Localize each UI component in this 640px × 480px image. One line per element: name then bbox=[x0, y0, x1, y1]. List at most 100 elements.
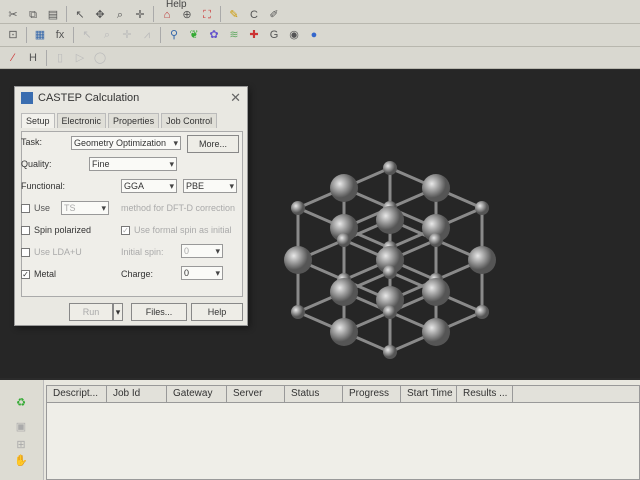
column-header[interactable]: Status bbox=[285, 386, 343, 402]
functional-sub-select[interactable]: PBE bbox=[183, 179, 237, 193]
arrow-icon[interactable]: ↖ bbox=[80, 28, 94, 42]
hydrogen-icon[interactable]: H bbox=[26, 51, 40, 65]
column-header[interactable]: Server bbox=[227, 386, 285, 402]
copy-icon[interactable]: ⧉ bbox=[26, 8, 40, 22]
spin-polarized-checkbox[interactable] bbox=[21, 225, 30, 235]
help-menu[interactable]: Help bbox=[166, 0, 187, 10]
run-button[interactable]: Run bbox=[69, 303, 113, 321]
dialog-title: CASTEP Calculation bbox=[38, 92, 140, 104]
bond-icon[interactable]: C bbox=[247, 8, 261, 22]
atom bbox=[422, 174, 450, 202]
toolbar-row-1: ✂ ⧉ ▤ ↖ ✥ ⌕ ✛ ⌂ ⊕ ⛶ ✎ C ✐ bbox=[0, 0, 640, 24]
atom bbox=[330, 174, 358, 202]
jobs-table: Descript... Job Id Gateway Server Status… bbox=[46, 385, 640, 480]
help-button[interactable]: Help bbox=[191, 303, 243, 321]
sphere-icon[interactable]: ● bbox=[307, 28, 321, 42]
column-header[interactable]: Job Id bbox=[107, 386, 167, 402]
home-icon[interactable]: ⌂ bbox=[160, 8, 174, 22]
task-label: Task: bbox=[21, 137, 43, 147]
close-icon[interactable]: ✕ bbox=[230, 90, 241, 106]
column-header[interactable]: Gateway bbox=[167, 386, 227, 402]
column-header[interactable]: Descript... bbox=[47, 386, 107, 402]
atom bbox=[383, 161, 397, 175]
select-arrow-icon[interactable]: ↖ bbox=[73, 8, 87, 22]
use-label: Use bbox=[34, 203, 51, 213]
download-icon[interactable]: ⊞ bbox=[14, 438, 28, 452]
fit-icon[interactable]: ⛶ bbox=[200, 8, 214, 22]
dmol-icon[interactable]: ❦ bbox=[187, 28, 201, 42]
atom bbox=[383, 265, 397, 279]
cut-icon[interactable]: ✂ bbox=[6, 8, 20, 22]
hand-icon[interactable]: ✋ bbox=[14, 454, 28, 468]
center-icon[interactable]: ⊕ bbox=[180, 8, 194, 22]
castep-dialog: CASTEP Calculation ✕ Setup Electronic Pr… bbox=[14, 86, 248, 326]
charge-label: Charge: bbox=[121, 269, 154, 279]
rotate-icon[interactable]: ✥ bbox=[93, 8, 107, 22]
use-dftd-checkbox[interactable] bbox=[21, 203, 30, 213]
dftd-select[interactable]: TS bbox=[61, 201, 109, 215]
zoom-icon[interactable]: ⌕ bbox=[100, 28, 114, 42]
module-icon[interactable]: ✚ bbox=[247, 28, 261, 42]
wave-icon[interactable]: ≋ bbox=[227, 28, 241, 42]
charge-input[interactable]: 0 bbox=[181, 266, 223, 280]
column-header[interactable]: Results ... bbox=[457, 386, 513, 402]
column-header[interactable]: Start Time bbox=[401, 386, 457, 402]
lda-u-checkbox[interactable] bbox=[21, 247, 30, 257]
atom-bond-icon[interactable]: ⁄ bbox=[6, 51, 20, 65]
tab-properties[interactable]: Properties bbox=[108, 113, 160, 128]
job-explorer: ♻ ▣ ⊞ ✋ Descript... Job Id Gateway Serve… bbox=[0, 380, 640, 480]
toolbar-row-2: ⊡ ▦ fx ↖ ⌕ ✛ ⩘ ⚲ ❦ ✿ ≋ ✚ G ◉ ● bbox=[0, 24, 640, 47]
formal-spin-label: Use formal spin as initial bbox=[134, 225, 232, 235]
castep-icon[interactable]: ⚲ bbox=[167, 28, 181, 42]
spectrum-icon[interactable]: ⩘ bbox=[140, 28, 154, 42]
files-button[interactable]: Files... bbox=[131, 303, 187, 321]
move-icon[interactable]: ✛ bbox=[120, 28, 134, 42]
job-toolbar: ♻ ▣ ⊞ ✋ bbox=[0, 380, 44, 480]
atom bbox=[291, 305, 305, 319]
atom bbox=[337, 233, 351, 247]
atom bbox=[376, 206, 404, 234]
metal-label: Metal bbox=[34, 269, 57, 279]
lda-u-label: Use LDA+U bbox=[34, 247, 82, 257]
task-select[interactable]: Geometry Optimization bbox=[71, 136, 181, 150]
formal-spin-checkbox[interactable]: ✓ bbox=[121, 225, 130, 235]
paste-icon[interactable]: ▤ bbox=[46, 8, 60, 22]
initial-spin-label: Initial spin: bbox=[121, 247, 164, 257]
play-icon[interactable]: ▷ bbox=[73, 51, 87, 65]
atom bbox=[422, 318, 450, 346]
record-icon[interactable]: ◯ bbox=[93, 51, 107, 65]
pencil-icon[interactable]: ✎ bbox=[227, 8, 241, 22]
quality-label: Quality: bbox=[21, 159, 52, 169]
properties-icon[interactable]: ▣ bbox=[14, 420, 28, 434]
tab-setup[interactable]: Setup bbox=[21, 113, 55, 128]
more-button[interactable]: More... bbox=[187, 135, 239, 153]
functional-select[interactable]: GGA bbox=[121, 179, 177, 193]
run-dropdown-button[interactable]: ▾ bbox=[113, 303, 123, 321]
atom bbox=[330, 318, 358, 346]
metal-checkbox[interactable]: ✓ bbox=[21, 269, 30, 279]
atom bbox=[468, 246, 496, 274]
sketch-icon[interactable]: ✐ bbox=[267, 8, 281, 22]
refresh-icon[interactable]: ♻ bbox=[14, 396, 28, 410]
g-icon[interactable]: G bbox=[267, 28, 281, 42]
dftd-text: method for DFT-D correction bbox=[121, 203, 236, 213]
atom bbox=[383, 305, 397, 319]
initial-spin-input[interactable]: 0 bbox=[181, 244, 223, 258]
circle-icon[interactable]: ◉ bbox=[287, 28, 301, 42]
quality-select[interactable]: Fine bbox=[89, 157, 177, 171]
column-header[interactable]: Progress bbox=[343, 386, 401, 402]
tab-job-control[interactable]: Job Control bbox=[161, 113, 218, 128]
zoom-icon[interactable]: ⌕ bbox=[113, 8, 127, 22]
lock-icon[interactable]: ⊡ bbox=[6, 28, 20, 42]
tab-electronic[interactable]: Electronic bbox=[56, 113, 107, 128]
functional-label: Functional: bbox=[21, 181, 66, 191]
save-icon[interactable]: ▯ bbox=[53, 51, 67, 65]
film-icon[interactable]: ▦ bbox=[33, 28, 47, 42]
function-icon[interactable]: fx bbox=[53, 28, 67, 42]
forcite-icon[interactable]: ✿ bbox=[207, 28, 221, 42]
atom bbox=[422, 278, 450, 306]
atom bbox=[429, 233, 443, 247]
translate-icon[interactable]: ✛ bbox=[133, 8, 147, 22]
atom bbox=[383, 345, 397, 359]
atom bbox=[330, 278, 358, 306]
